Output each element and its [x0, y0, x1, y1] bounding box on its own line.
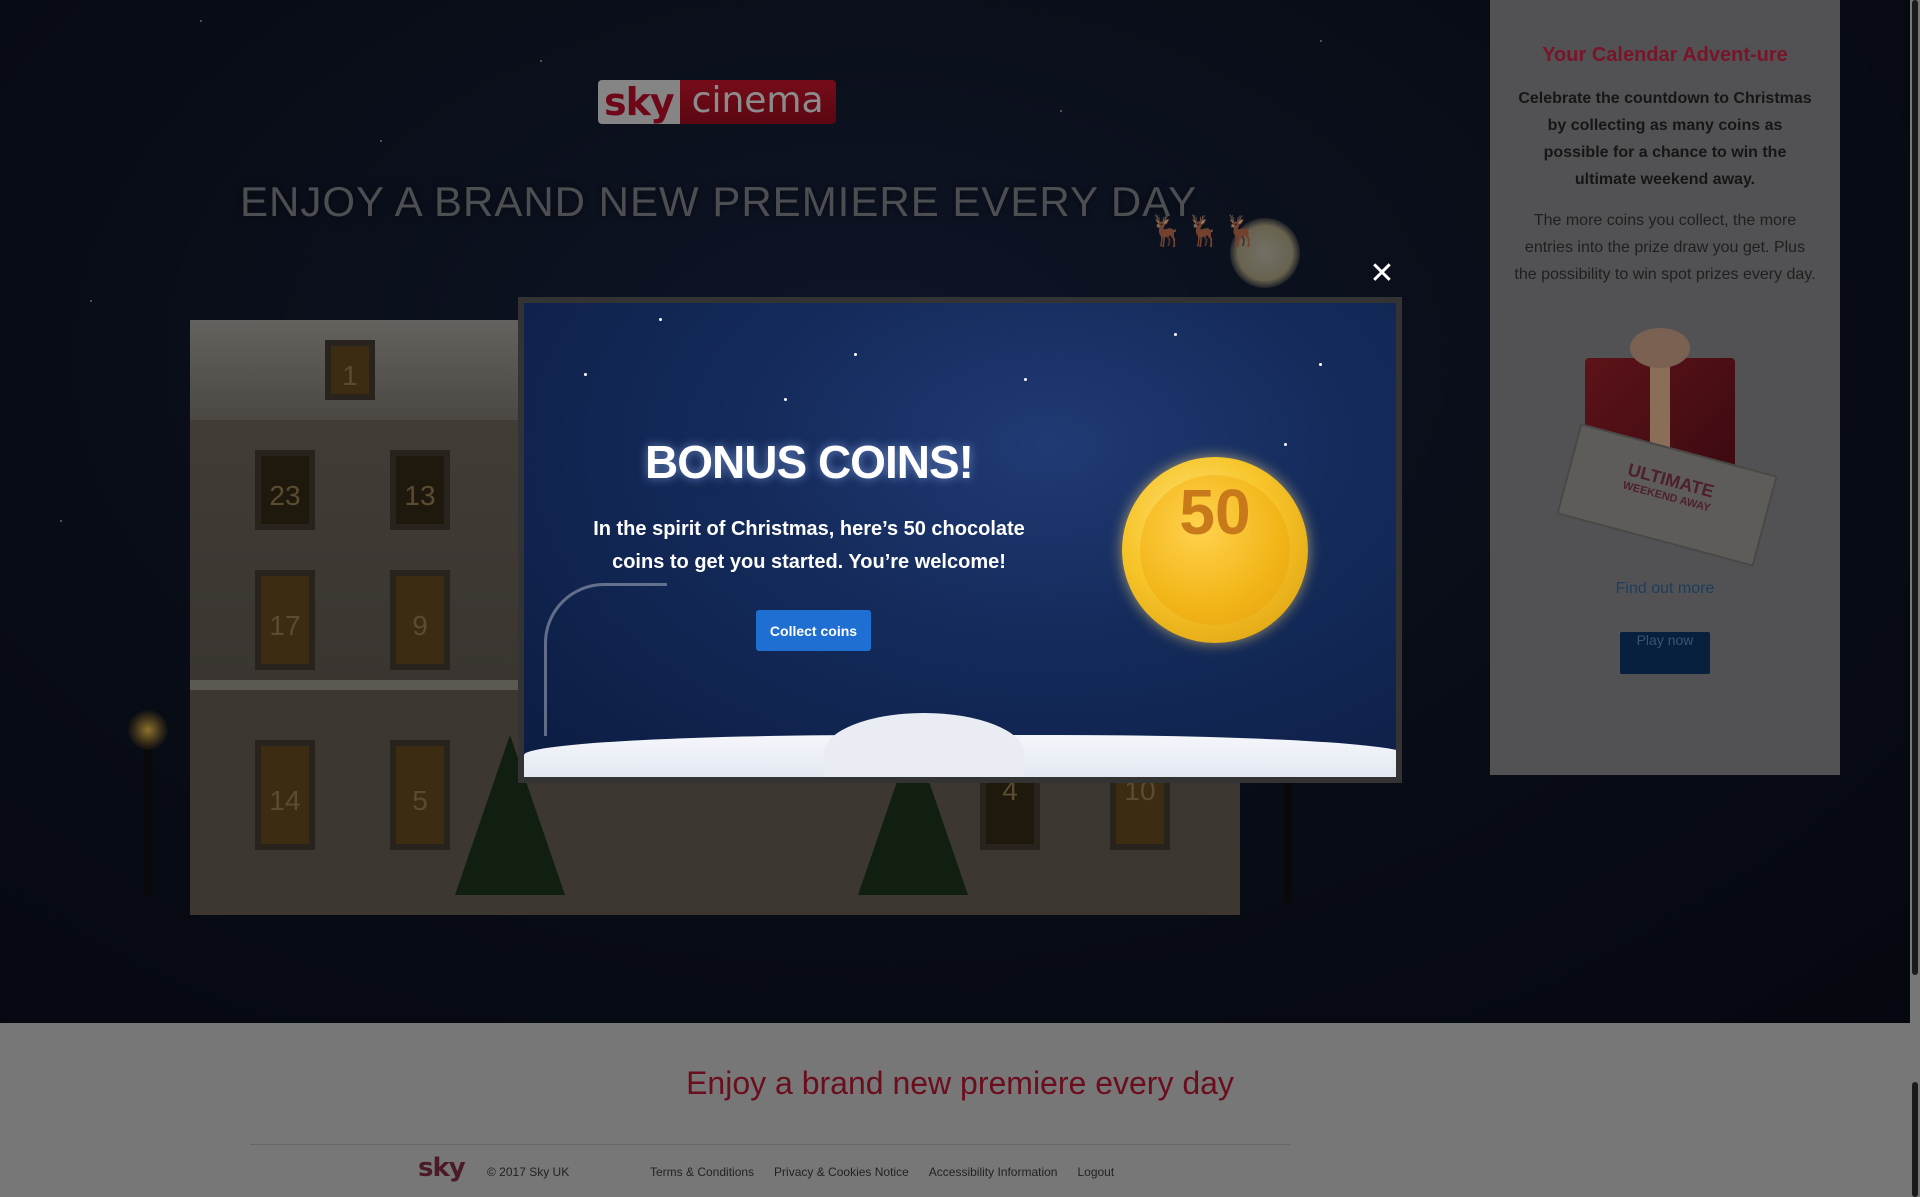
sidebar-body: The more coins you collect, the more ent…: [1514, 212, 1816, 283]
footer-link-accessibility[interactable]: Accessibility Information: [929, 1165, 1058, 1179]
scrollbar-thumb[interactable]: [1912, 0, 1918, 975]
footer-links: Terms & Conditions Privacy & Cookies Not…: [650, 1165, 1114, 1179]
snow-swirl: [544, 583, 667, 736]
coin-icon: 50: [1122, 457, 1308, 643]
sidebar-title: Your Calendar Advent-ure: [1542, 44, 1788, 66]
close-icon[interactable]: ✕: [1368, 259, 1396, 289]
sidebar-lead: Celebrate the countdown to Christmas by …: [1518, 90, 1812, 188]
footer-link-logout[interactable]: Logout: [1077, 1165, 1114, 1179]
gift-bow: [1630, 328, 1690, 368]
snow-mound: [824, 713, 1024, 777]
bonus-coins-modal: BONUS COINS! In the spirit of Christmas,…: [518, 297, 1402, 783]
sidebar-panel: Your Calendar Advent-ure Celebrate the c…: [1490, 0, 1840, 775]
scrollbar-thumb-lower[interactable]: [1912, 1082, 1918, 1197]
find-out-more-link[interactable]: Find out more: [1490, 580, 1840, 598]
footer-divider: [250, 1144, 1290, 1145]
footer-link-privacy[interactable]: Privacy & Cookies Notice: [774, 1165, 909, 1179]
play-now-button[interactable]: Play now: [1620, 632, 1710, 674]
modal-title: BONUS COINS!: [645, 436, 974, 488]
footer-title: Enjoy a brand new premiere every day: [686, 1065, 1234, 1101]
collect-coins-button[interactable]: Collect coins: [756, 610, 871, 651]
gift-illustration: ULTIMATE WEEKEND AWAY: [1545, 308, 1785, 568]
page-scrollbar[interactable]: [1910, 0, 1920, 1197]
footer-copyright: © 2017 Sky UK: [487, 1165, 570, 1179]
footer-link-terms[interactable]: Terms & Conditions: [650, 1165, 754, 1179]
modal-message: In the spirit of Christmas, here’s 50 ch…: [593, 518, 1025, 573]
coin-value: 50: [1140, 475, 1290, 625]
footer-sky-logo: sky: [418, 1153, 466, 1183]
footer: Enjoy a brand new premiere every day sky…: [0, 1023, 1920, 1197]
